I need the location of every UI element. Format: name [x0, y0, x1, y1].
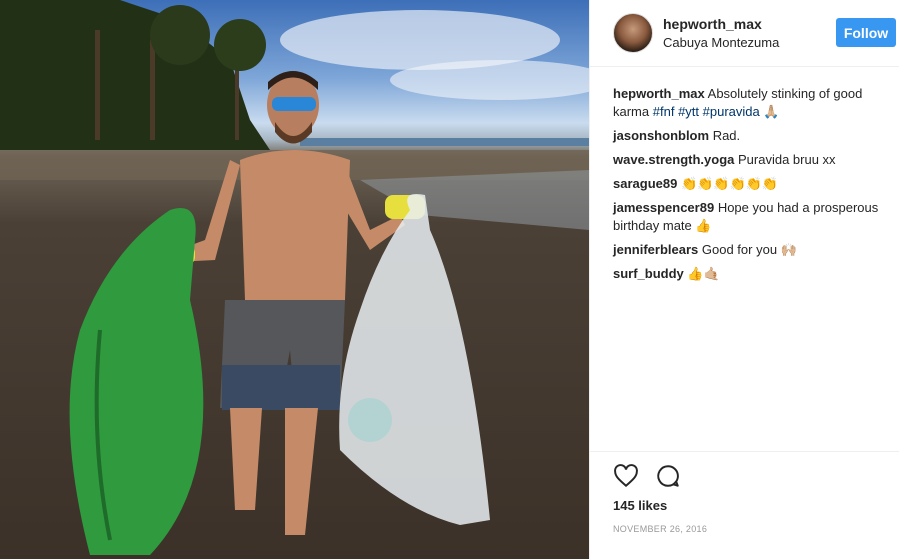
comments-list: hepworth_max Absolutely stinking of good… — [590, 67, 899, 451]
comment-username[interactable]: wave.strength.yoga — [613, 152, 734, 167]
comment-text: Puravida bruu xx — [738, 152, 836, 167]
header-location[interactable]: Cabuya Montezuma — [663, 35, 779, 50]
comment-item: jamesspencer89 Hope you had a prosperous… — [613, 199, 889, 235]
post-date: NOVEMBER 26, 2016 — [613, 524, 708, 534]
comment-text: 👏👏👏👏👏👏 — [680, 176, 779, 191]
hashtag-puravida[interactable]: #puravida — [703, 104, 760, 119]
user-info: hepworth_max Cabuya Montezuma — [663, 16, 779, 50]
comment-username[interactable]: jasonshonblom — [613, 128, 709, 143]
comment-username[interactable]: jenniferblears — [613, 242, 698, 257]
caption-emoji: 🙏🏼 — [763, 104, 780, 119]
action-icons — [613, 462, 876, 490]
caption: hepworth_max Absolutely stinking of good… — [613, 85, 889, 121]
comment-text: Good for you 🙌🏼 — [701, 242, 797, 257]
instagram-post: hepworth_max Cabuya Montezuma Follow hep… — [0, 0, 899, 559]
comment-item: jenniferblears Good for you 🙌🏼 — [613, 241, 889, 259]
post-actions: 145 likes NOVEMBER 26, 2016 — [590, 451, 899, 559]
post-header: hepworth_max Cabuya Montezuma Follow — [590, 0, 899, 67]
post-side-panel: hepworth_max Cabuya Montezuma Follow hep… — [589, 0, 899, 559]
comment-username[interactable]: surf_buddy — [613, 266, 684, 281]
comment-bubble-icon[interactable] — [655, 463, 681, 489]
beach-cleanup-photo — [0, 0, 589, 555]
comment-username[interactable]: sarague89 — [613, 176, 677, 191]
header-username[interactable]: hepworth_max — [663, 16, 779, 32]
comment-username[interactable]: jamesspencer89 — [613, 200, 714, 215]
follow-button[interactable]: Follow — [836, 18, 896, 47]
likes-count[interactable]: 145 likes — [613, 498, 876, 513]
avatar[interactable] — [613, 13, 653, 53]
comment-item: surf_buddy 👍🤙🏼 — [613, 265, 889, 283]
hashtag-ytt[interactable]: #ytt — [678, 104, 699, 119]
comment-item: sarague89 👏👏👏👏👏👏 — [613, 175, 889, 193]
comment-item: wave.strength.yoga Puravida bruu xx — [613, 151, 889, 169]
post-photo[interactable] — [0, 0, 589, 559]
hashtag-fnf[interactable]: #fnf — [653, 104, 675, 119]
caption-username[interactable]: hepworth_max — [613, 86, 705, 101]
comment-text: Rad. — [712, 128, 741, 143]
comment-text: 👍🤙🏼 — [687, 266, 720, 281]
heart-icon[interactable] — [613, 463, 639, 489]
comment-item: jasonshonblom Rad. — [613, 127, 889, 145]
